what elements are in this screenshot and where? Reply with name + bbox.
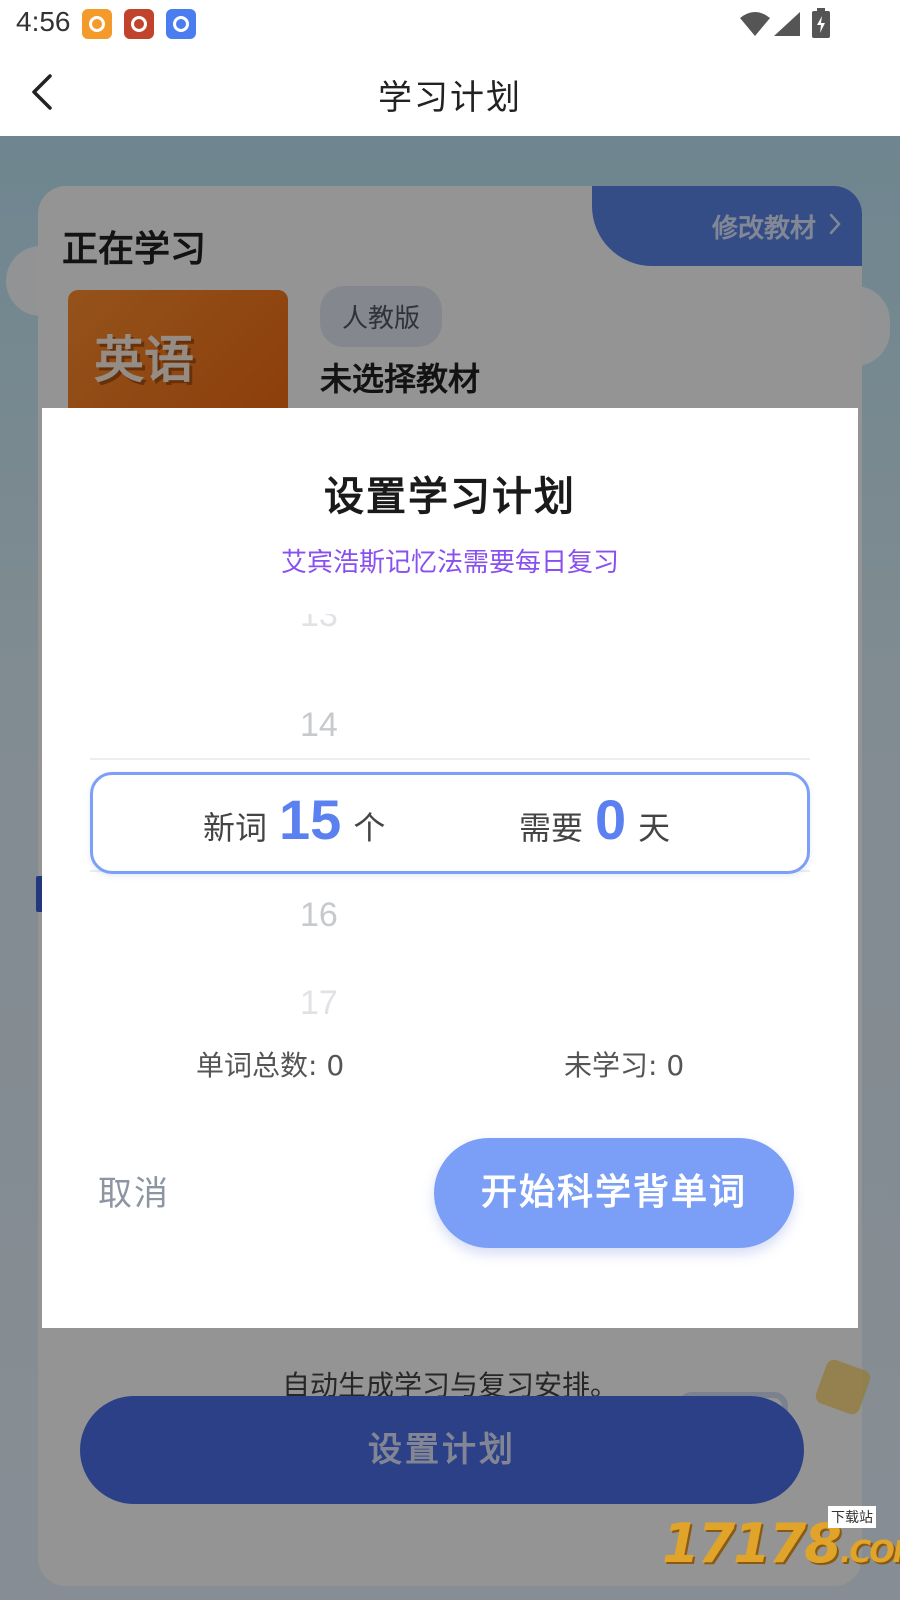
battery-icon [812,8,830,38]
cancel-button[interactable]: 取消 [98,1162,218,1226]
dialog-title: 设置学习计划 [324,474,576,520]
days-needed-label: 需要 [519,809,584,847]
new-words-value: 15 [279,788,342,851]
new-words-unit: 个 [353,809,386,847]
picker-divider [90,758,810,760]
start-learning-button[interactable]: 开始科学背单词 [434,1138,794,1248]
status-time: 4:56 [16,6,71,37]
wifi-icon [740,12,770,36]
days-needed-group: 需要 0 天 [519,787,670,865]
picker-option[interactable]: 13 [300,614,420,635]
app-bar: 学习计划 [0,48,900,136]
new-words-group: 新词 15 个 [203,787,385,865]
picker-option[interactable]: 14 [300,706,420,745]
notification-app-3-icon [166,9,196,39]
days-needed-unit: 天 [638,809,671,847]
new-words-label: 新词 [203,809,268,847]
days-needed-value: 0 [595,788,627,851]
watermark-subtext: 下载站 [828,1506,876,1528]
picker-option[interactable]: 16 [300,896,420,935]
status-bar: 4:56 [0,0,900,48]
picker-option[interactable]: 17 [300,984,420,1014]
notification-app-1-icon [82,9,112,39]
page-title: 学习计划 [378,78,522,118]
dialog-subtitle: 艾宾浩斯记忆法需要每日复习 [280,548,619,578]
total-words-count: 单词总数: 0 [196,1049,345,1082]
unlearned-words-count: 未学习: 0 [564,1049,685,1082]
site-watermark-logo: 17178.COM 下载站 [662,1506,900,1576]
notification-app-2-icon [124,9,154,39]
signal-icon [774,12,800,36]
picker-selected-row[interactable]: 新词 15 个 需要 0 天 [90,772,810,874]
